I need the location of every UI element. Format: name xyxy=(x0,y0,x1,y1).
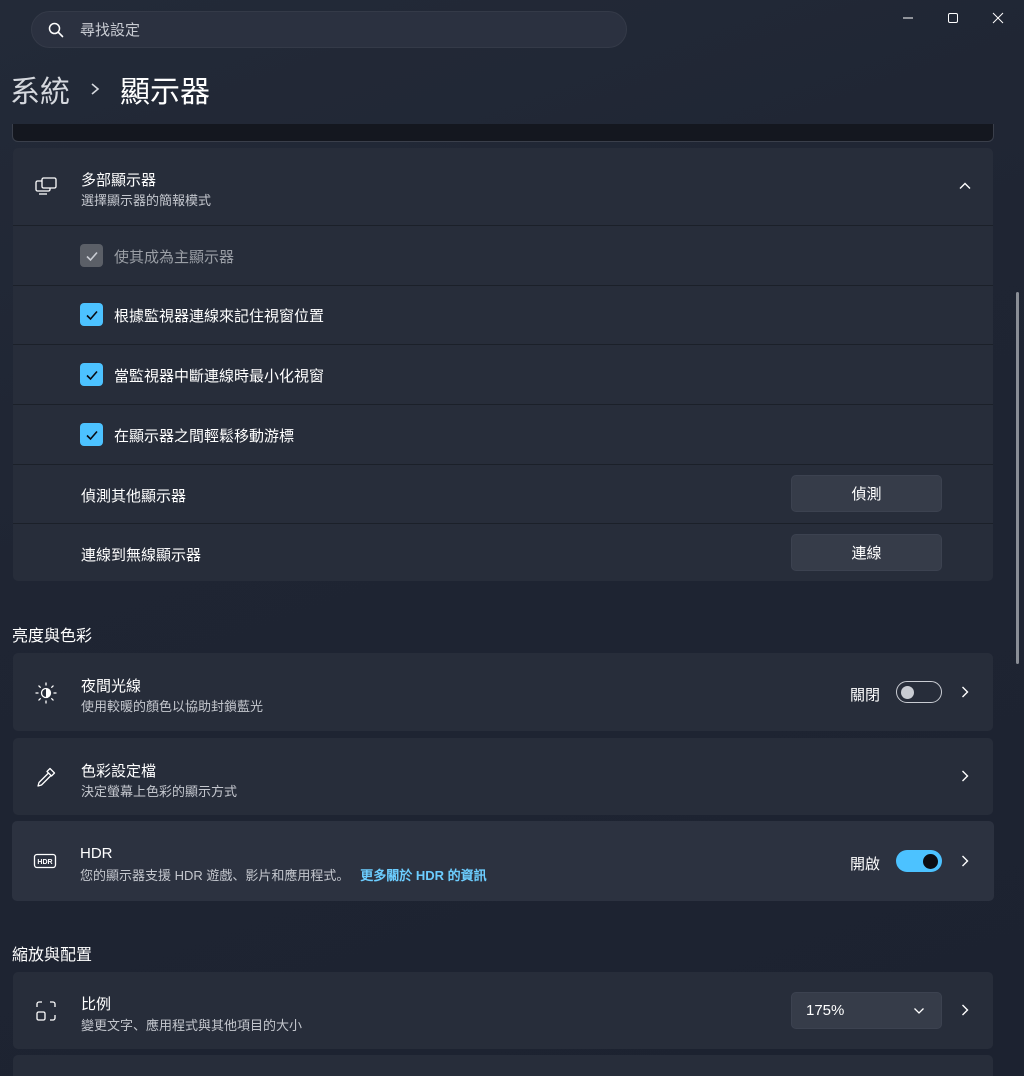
search-input[interactable]: 尋找設定 xyxy=(80,19,140,40)
close-icon xyxy=(992,12,1004,24)
check-icon xyxy=(85,430,98,440)
chevron-up-icon[interactable] xyxy=(959,180,971,192)
night-light-title: 夜間光線 xyxy=(81,678,142,695)
primary-display-checkbox[interactable] xyxy=(80,244,103,267)
night-light-toggle[interactable] xyxy=(896,681,942,703)
maximize-icon xyxy=(948,13,958,23)
option-label: 當監視器中斷連線時最小化視窗 xyxy=(114,368,325,385)
connect-button[interactable]: 連線 xyxy=(791,534,942,571)
option-label: 根據監視器連線來記住視窗位置 xyxy=(114,308,325,325)
multi-display-card: 多部顯示器 選擇顯示器的簡報模式 使其成為主顯示器 根據監視器連線來記住視窗位置… xyxy=(13,148,993,581)
minimize-button[interactable] xyxy=(886,6,930,30)
color-profile-subtitle: 決定螢幕上色彩的顯示方式 xyxy=(81,784,238,799)
check-icon xyxy=(85,310,98,320)
ease-cursor-checkbox[interactable] xyxy=(80,423,103,446)
night-light-card[interactable]: 夜間光線 使用較暖的顏色以協助封鎖藍光 關閉 xyxy=(13,653,993,731)
multi-monitor-icon xyxy=(33,174,59,200)
option-row-remember: 根據監視器連線來記住視窗位置 xyxy=(13,285,993,344)
option-row-primary: 使其成為主顯示器 xyxy=(13,225,993,285)
color-profile-card[interactable]: 色彩設定檔 決定螢幕上色彩的顯示方式 xyxy=(13,738,993,815)
scrollbar-thumb[interactable] xyxy=(1016,292,1019,664)
hdr-learn-more-link[interactable]: 更多關於 HDR 的資訊 xyxy=(360,868,486,883)
detect-row: 偵測其他顯示器 偵測 xyxy=(13,464,993,523)
maximize-button[interactable] xyxy=(931,6,975,30)
scale-dropdown[interactable]: 175% xyxy=(791,992,942,1029)
search-box[interactable]: 尋找設定 xyxy=(31,11,627,48)
svg-text:HDR: HDR xyxy=(37,859,52,866)
multi-display-title: 多部顯示器 xyxy=(81,172,157,189)
toggle-knob xyxy=(923,853,938,869)
toggle-knob xyxy=(901,685,914,699)
section-header-scale: 縮放與配置 xyxy=(12,947,93,964)
multi-display-subtitle: 選擇顯示器的簡報模式 xyxy=(81,193,212,208)
eyedropper-icon xyxy=(33,764,59,790)
search-icon xyxy=(48,22,64,37)
option-row-cursor: 在顯示器之間輕鬆移動游標 xyxy=(13,404,993,464)
hdr-state: 開啟 xyxy=(850,856,881,873)
night-light-subtitle: 使用較暖的顏色以協助封鎖藍光 xyxy=(81,699,264,714)
detect-button[interactable]: 偵測 xyxy=(791,475,942,512)
chevron-right-icon xyxy=(962,855,969,867)
chevron-down-icon xyxy=(914,1008,924,1014)
multi-display-header[interactable]: 多部顯示器 選擇顯示器的簡報模式 xyxy=(13,148,993,225)
breadcrumb-parent[interactable]: 系統 xyxy=(10,67,70,111)
scale-icon xyxy=(33,998,59,1024)
previous-card-bottom xyxy=(12,124,994,142)
option-label: 使其成為主顯示器 xyxy=(114,249,235,266)
hdr-subtitle-text: 您的顯示器支援 HDR 遊戲、影片和應用程式。 xyxy=(80,868,350,883)
minimize-icon xyxy=(903,17,913,19)
wireless-label: 連線到無線顯示器 xyxy=(81,547,202,564)
scale-card[interactable]: 比例 變更文字、應用程式與其他項目的大小 175% xyxy=(13,972,993,1049)
option-row-minimize: 當監視器中斷連線時最小化視窗 xyxy=(13,344,993,404)
check-icon xyxy=(85,370,98,380)
hdr-subtitle: 您的顯示器支援 HDR 遊戲、影片和應用程式。 更多關於 HDR 的資訊 xyxy=(80,865,487,884)
close-button[interactable] xyxy=(976,6,1020,30)
scale-title: 比例 xyxy=(81,996,112,1013)
chevron-right-icon xyxy=(962,770,969,782)
wireless-row: 連線到無線顯示器 連線 xyxy=(13,523,993,581)
settings-window: 尋找設定 系統 顯示器 多部顯示器 選擇顯示器的簡報模式 使其成為主顯示器 根據… xyxy=(0,0,1024,1076)
page-title: 顯示器 xyxy=(120,76,210,109)
color-profile-title: 色彩設定檔 xyxy=(81,763,157,780)
chevron-right-icon xyxy=(962,1004,969,1016)
next-card[interactable] xyxy=(13,1055,993,1076)
hdr-title: HDR xyxy=(80,845,113,862)
section-header-brightness: 亮度與色彩 xyxy=(12,628,93,645)
option-label: 在顯示器之間輕鬆移動游標 xyxy=(114,428,295,445)
scale-subtitle: 變更文字、應用程式與其他項目的大小 xyxy=(81,1018,303,1033)
scale-value: 175% xyxy=(806,1002,845,1019)
minimize-windows-checkbox[interactable] xyxy=(80,363,103,386)
chevron-right-icon xyxy=(91,83,100,95)
hdr-card[interactable]: HDR HDR 您的顯示器支援 HDR 遊戲、影片和應用程式。 更多關於 HDR… xyxy=(12,821,994,901)
hdr-toggle[interactable] xyxy=(896,850,942,872)
night-light-state: 關閉 xyxy=(850,687,881,704)
hdr-icon: HDR xyxy=(32,848,58,874)
remember-window-checkbox[interactable] xyxy=(80,303,103,326)
breadcrumb: 系統 顯示器 xyxy=(10,68,210,110)
check-icon xyxy=(85,251,98,261)
chevron-right-icon xyxy=(962,686,969,698)
detect-label: 偵測其他顯示器 xyxy=(81,488,187,505)
night-light-icon xyxy=(33,680,59,706)
